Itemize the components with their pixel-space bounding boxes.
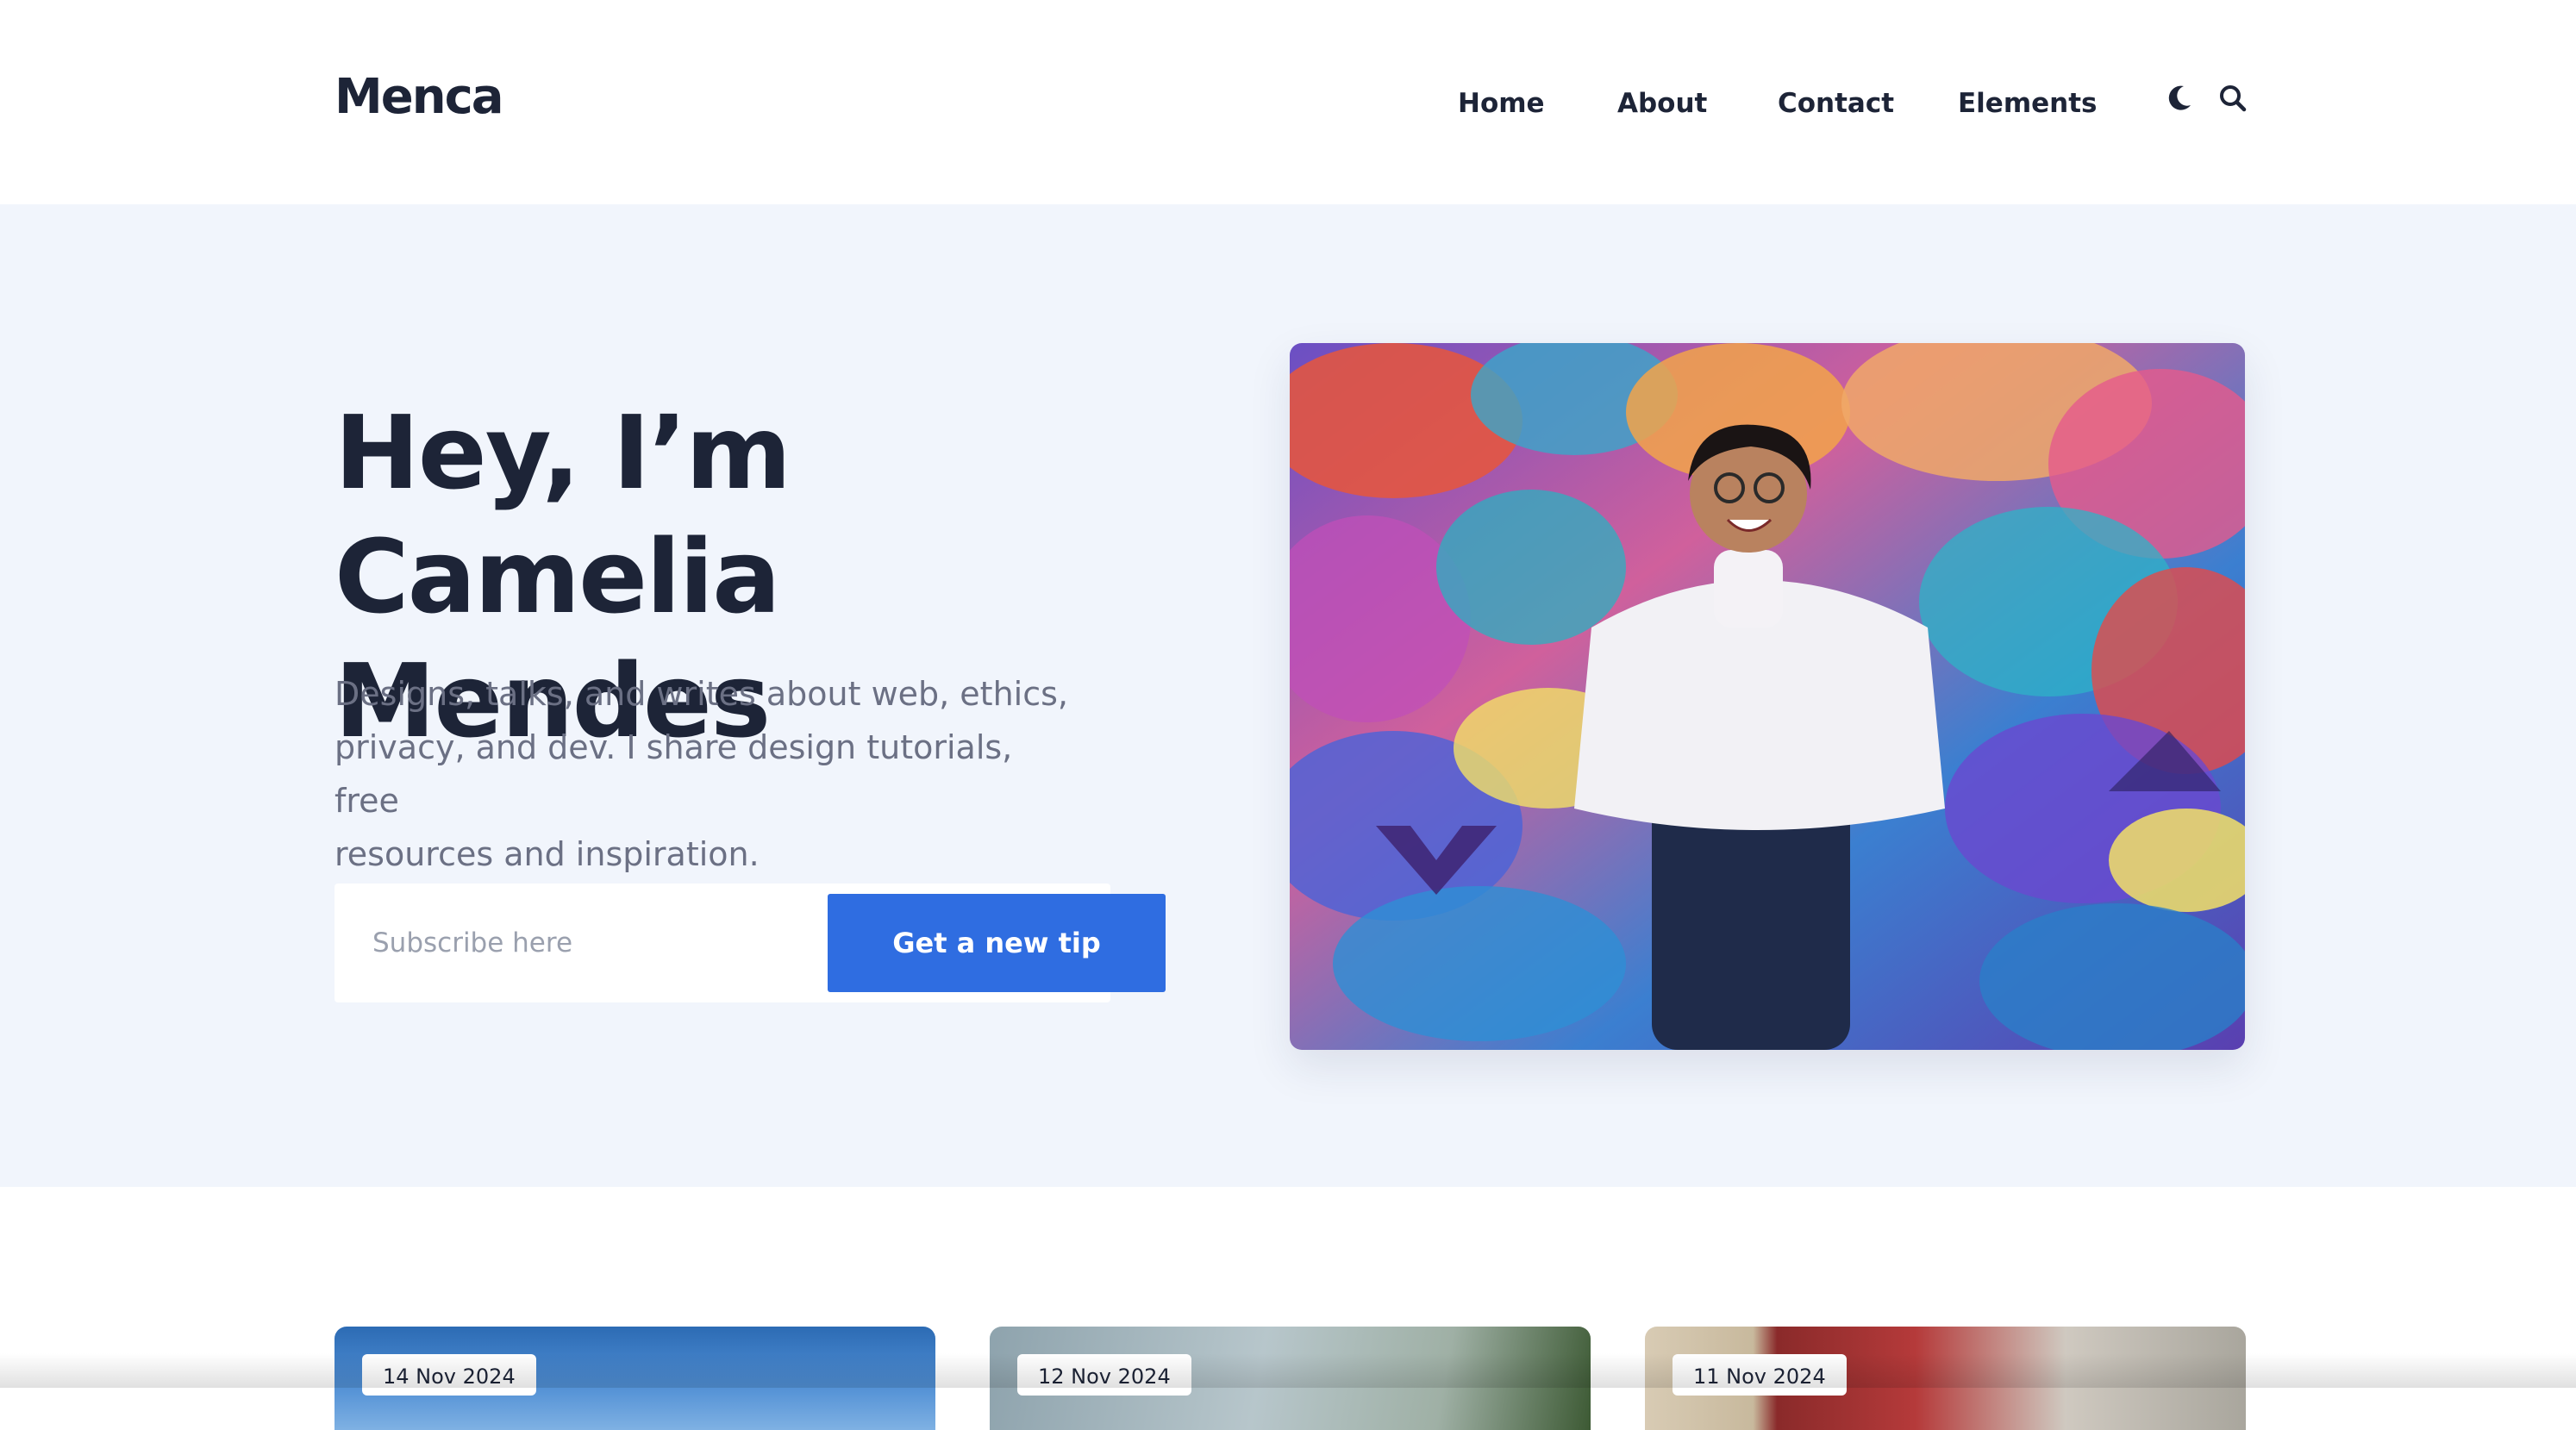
subscribe-button[interactable]: Get a new tip	[828, 894, 1166, 992]
nav-contact[interactable]: Contact	[1778, 83, 1894, 124]
hero-description: Designs, talks, and writes about web, et…	[335, 667, 1076, 881]
moon-icon[interactable]	[2161, 81, 2196, 116]
posts-section: 14 Nov 2024 12 Nov 2024 11 Nov 2024	[0, 1187, 2576, 1430]
subscribe-input[interactable]	[335, 884, 833, 1002]
hero-title-line-1: Hey, I’m Camelia	[335, 393, 791, 636]
post-card[interactable]: 12 Nov 2024	[990, 1327, 1591, 1430]
site-header: Menca Home About Contact Elements	[0, 0, 2576, 204]
hero-description-line-3: resources and inspiration.	[335, 835, 760, 873]
search-icon[interactable]	[2216, 81, 2250, 116]
post-card[interactable]: 11 Nov 2024	[1645, 1327, 2246, 1430]
nav-home[interactable]: Home	[1458, 83, 1545, 124]
nav-about[interactable]: About	[1617, 83, 1707, 124]
post-date: 12 Nov 2024	[1017, 1354, 1191, 1396]
site-logo[interactable]: Menca	[335, 67, 504, 128]
subscribe-form: Get a new tip	[335, 884, 1166, 1002]
hero-section: Hey, I’m Camelia Mendes Designs, talks, …	[0, 204, 2576, 1187]
hero-description-line-2: privacy, and dev. I share design tutoria…	[335, 728, 1013, 820]
hero-portrait-image	[1290, 343, 2245, 1050]
nav-elements[interactable]: Elements	[1958, 83, 2098, 124]
post-card[interactable]: 14 Nov 2024	[335, 1327, 935, 1430]
post-date: 11 Nov 2024	[1673, 1354, 1847, 1396]
hero-description-line-1: Designs, talks, and writes about web, et…	[335, 675, 1068, 713]
post-date: 14 Nov 2024	[362, 1354, 536, 1396]
